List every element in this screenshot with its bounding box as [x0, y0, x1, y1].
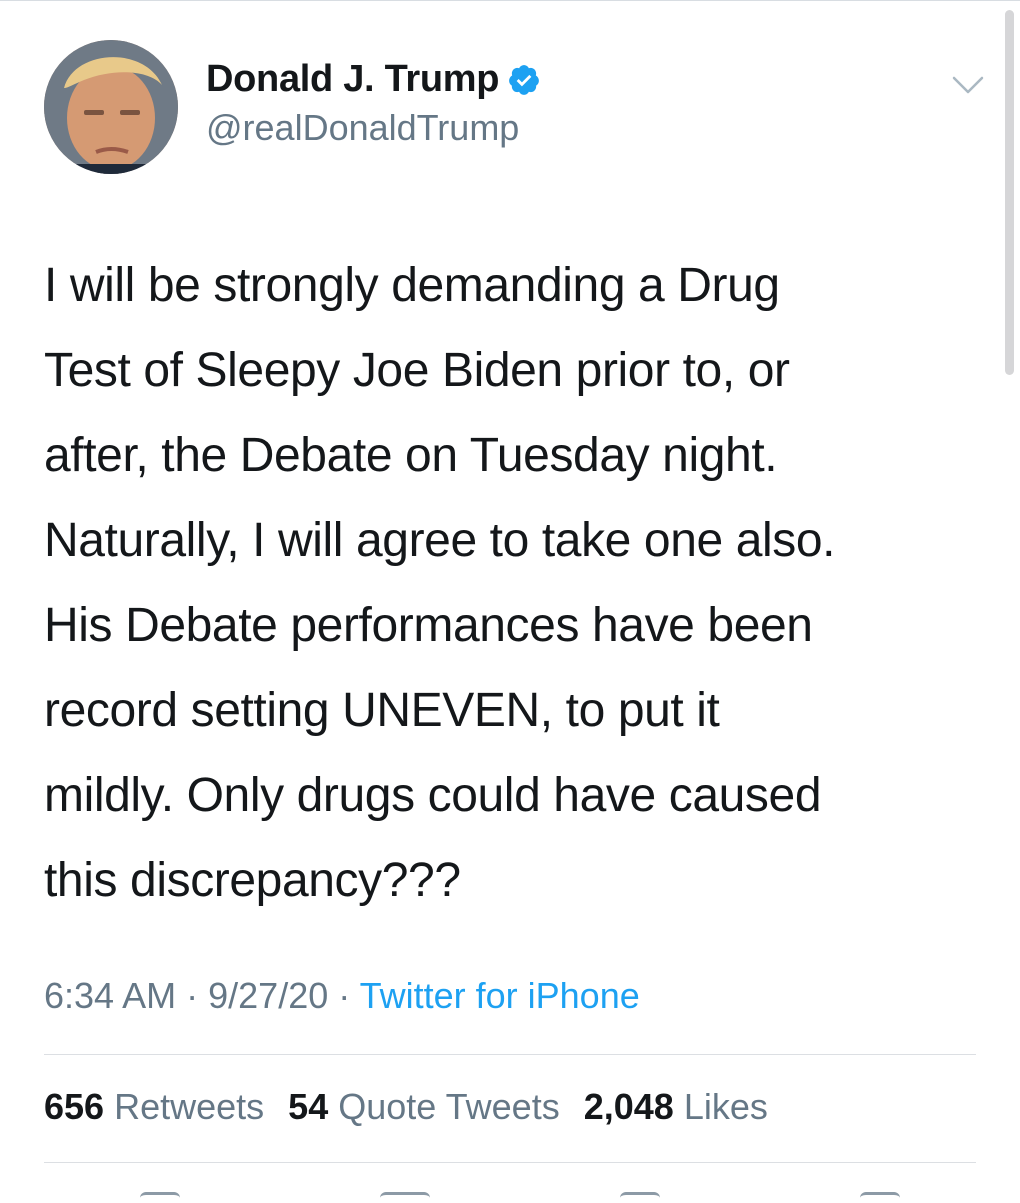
name-row: Donald J. Trump: [206, 58, 541, 101]
avatar-image: [44, 40, 178, 174]
meta-separator: ·: [186, 975, 199, 1016]
retweets-stat[interactable]: 656 Retweets: [44, 1086, 264, 1128]
tweet-header: Donald J. Trump @realDonaldTrump: [44, 40, 984, 175]
tweet-time: 6:34 AM: [44, 975, 177, 1016]
tweet-menu-button[interactable]: [948, 70, 988, 100]
tweet-meta: 6:34 AM · 9/27/20 · Twitter for iPhone: [44, 975, 640, 1017]
avatar[interactable]: [44, 40, 178, 174]
divider: [44, 1162, 976, 1163]
likes-label: Likes: [683, 1086, 768, 1127]
quotes-count: 54: [288, 1086, 329, 1127]
user-info: Donald J. Trump @realDonaldTrump: [206, 58, 541, 149]
quotes-label: Quote Tweets: [338, 1086, 560, 1127]
tweet-stats: 656 Retweets 54 Quote Tweets 2,048 Likes: [44, 1086, 768, 1128]
chevron-down-icon: [952, 76, 984, 94]
share-icon[interactable]: [860, 1192, 900, 1203]
divider: [44, 1054, 976, 1055]
likes-count: 2,048: [583, 1086, 674, 1127]
tweet-source-link[interactable]: Twitter for iPhone: [360, 975, 640, 1016]
quote-tweets-stat[interactable]: 54 Quote Tweets: [288, 1086, 560, 1128]
scrollbar[interactable]: [1005, 10, 1014, 375]
tweet-date: 9/27/20: [208, 975, 329, 1016]
retweet-icon[interactable]: [380, 1192, 430, 1203]
top-border: [0, 0, 1020, 1]
retweets-label: Retweets: [114, 1086, 265, 1127]
retweets-count: 656: [44, 1086, 105, 1127]
like-icon[interactable]: [620, 1192, 660, 1203]
reply-icon[interactable]: [140, 1192, 180, 1203]
verified-badge-icon: [509, 64, 540, 95]
user-handle[interactable]: @realDonaldTrump: [206, 107, 541, 149]
display-name[interactable]: Donald J. Trump: [206, 58, 500, 101]
meta-separator: ·: [338, 975, 351, 1016]
likes-stat[interactable]: 2,048 Likes: [584, 1086, 768, 1128]
tweet-text: I will be strongly demanding a Drug Test…: [44, 259, 836, 907]
